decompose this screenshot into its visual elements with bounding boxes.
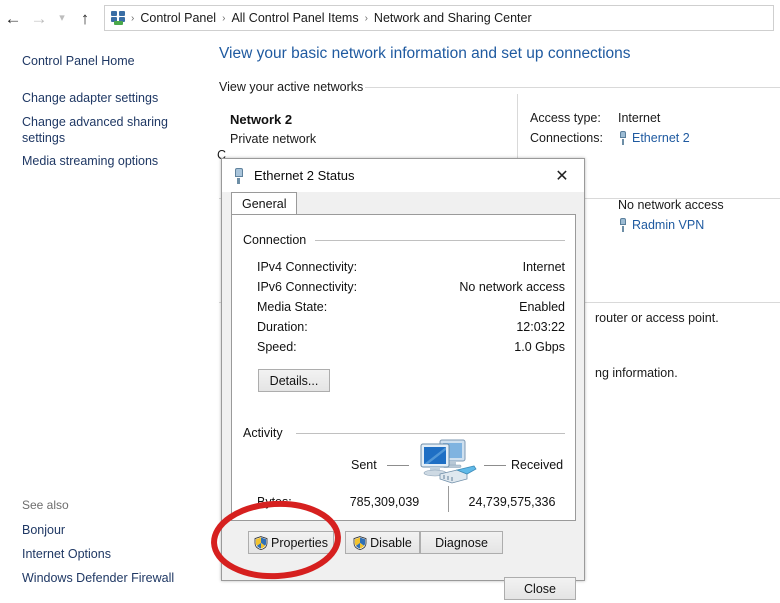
connection-link-radmin-vpn[interactable]: Radmin VPN bbox=[632, 218, 704, 232]
breadcrumb[interactable]: › Control Panel › All Control Panel Item… bbox=[104, 5, 774, 31]
access-type-key: Access type: bbox=[530, 111, 601, 125]
sidebar-item-media-streaming-options[interactable]: Media streaming options bbox=[22, 154, 198, 170]
chevron-down-icon[interactable]: ▾ bbox=[52, 5, 72, 31]
left-navigation-panel: Control Panel Home Change adapter settin… bbox=[0, 36, 210, 603]
dialog-title: Ethernet 2 Status bbox=[254, 168, 354, 183]
speed-value: 1.0 Gbps bbox=[415, 340, 565, 354]
uac-shield-icon bbox=[353, 536, 367, 550]
sent-label: Sent bbox=[351, 458, 377, 472]
control-panel-window: ← → ▾ ↑ › Control Panel › All Control Pa… bbox=[0, 0, 780, 603]
address-bar: ← → ▾ ↑ › Control Panel › All Control Pa… bbox=[0, 0, 780, 36]
diagnose-button[interactable]: Diagnose bbox=[420, 531, 503, 554]
sidebar-item-windows-defender-firewall[interactable]: Windows Defender Firewall bbox=[22, 571, 198, 587]
section-divider bbox=[365, 87, 780, 88]
connections-key: Connections: bbox=[530, 131, 603, 145]
duration-key: Duration: bbox=[257, 320, 308, 334]
access-type-value: Internet bbox=[618, 111, 660, 125]
sidebar-item-change-advanced-sharing-settings[interactable]: Change advanced sharing settings bbox=[22, 115, 172, 146]
sidebar-item-change-adapter-settings[interactable]: Change adapter settings bbox=[22, 91, 198, 107]
back-arrow-icon[interactable]: ← bbox=[0, 5, 26, 31]
received-label: Received bbox=[511, 458, 563, 472]
media-state-key: Media State: bbox=[257, 300, 327, 314]
change-settings-fragment-1: router or access point. bbox=[595, 311, 719, 325]
forward-arrow-icon[interactable]: → bbox=[26, 5, 52, 31]
network-adapter-icon bbox=[618, 131, 628, 145]
breadcrumb-item-control-panel[interactable]: Control Panel bbox=[136, 11, 220, 25]
change-settings-fragment-2: ng information. bbox=[595, 366, 678, 380]
dialog-title-bar[interactable]: Ethernet 2 Status bbox=[222, 159, 584, 192]
tab-general[interactable]: General bbox=[231, 192, 297, 215]
breadcrumb-separator: › bbox=[363, 13, 370, 24]
ipv4-connectivity-value: Internet bbox=[415, 260, 565, 274]
properties-button-label: Properties bbox=[271, 536, 328, 550]
tab-page-general: Connection IPv4 Connectivity: Internet I… bbox=[231, 214, 576, 521]
sidebar-item-internet-options[interactable]: Internet Options bbox=[22, 547, 198, 563]
properties-button[interactable]: Properties bbox=[248, 531, 334, 554]
received-dash bbox=[484, 465, 506, 466]
sidebar-item-control-panel-home[interactable]: Control Panel Home bbox=[22, 54, 198, 70]
uac-shield-icon bbox=[254, 536, 268, 550]
duration-value: 12:03:22 bbox=[415, 320, 565, 334]
activity-divider bbox=[448, 486, 449, 512]
bytes-label: Bytes: bbox=[257, 495, 292, 509]
ipv4-connectivity-key: IPv4 Connectivity: bbox=[257, 260, 357, 274]
page-title: View your basic network information and … bbox=[219, 45, 631, 63]
active-networks-heading: View your active networks bbox=[219, 80, 363, 94]
computers-network-icon bbox=[412, 434, 484, 486]
breadcrumb-item-network-and-sharing-center[interactable]: Network and Sharing Center bbox=[370, 11, 536, 25]
ethernet-status-dialog: Ethernet 2 Status ✕ General Connection I… bbox=[221, 158, 585, 581]
bytes-sent-value: 785,309,039 bbox=[332, 495, 437, 509]
connection-group-label: Connection bbox=[243, 233, 311, 247]
breadcrumb-separator: › bbox=[129, 13, 136, 24]
connection-link-ethernet-2[interactable]: Ethernet 2 bbox=[632, 131, 690, 145]
breadcrumb-item-all-control-panel-items[interactable]: All Control Panel Items bbox=[227, 11, 362, 25]
speed-key: Speed: bbox=[257, 340, 297, 354]
control-panel-icon bbox=[110, 11, 127, 26]
group-divider bbox=[315, 240, 565, 241]
details-button[interactable]: Details... bbox=[258, 369, 330, 392]
activity-group-label: Activity bbox=[243, 426, 288, 440]
tab-strip: General bbox=[231, 192, 576, 214]
sent-dash bbox=[387, 465, 409, 466]
bytes-received-value: 24,739,575,336 bbox=[458, 495, 566, 509]
close-icon[interactable]: ✕ bbox=[540, 159, 584, 192]
sidebar-item-bonjour[interactable]: Bonjour bbox=[22, 523, 198, 539]
network-name: Network 2 bbox=[230, 112, 292, 127]
disable-button[interactable]: Disable bbox=[345, 531, 420, 554]
network-adapter-icon bbox=[233, 168, 245, 184]
up-arrow-icon[interactable]: ↑ bbox=[72, 5, 98, 31]
ipv6-connectivity-key: IPv6 Connectivity: bbox=[257, 280, 357, 294]
network-type: Private network bbox=[230, 132, 316, 146]
disable-button-label: Disable bbox=[370, 536, 412, 550]
media-state-value: Enabled bbox=[415, 300, 565, 314]
see-also-label: See also bbox=[22, 498, 69, 512]
access-type-value-2: No network access bbox=[618, 198, 724, 212]
close-button[interactable]: Close bbox=[504, 577, 576, 600]
breadcrumb-separator: › bbox=[220, 13, 227, 24]
ipv6-connectivity-value: No network access bbox=[415, 280, 565, 294]
network-adapter-icon bbox=[618, 218, 628, 232]
